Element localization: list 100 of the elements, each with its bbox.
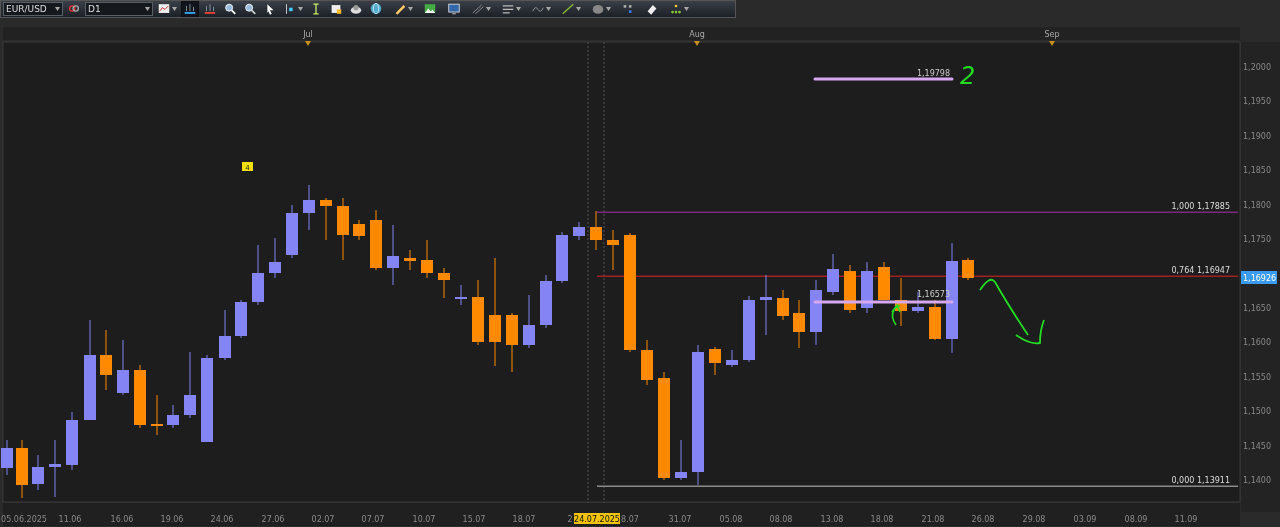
line-chart-icon — [183, 2, 197, 16]
candle — [219, 309, 231, 361]
date-axis-label: 05.06.2025 — [1, 515, 47, 524]
month-label: Jul — [303, 30, 313, 39]
caret-icon — [486, 7, 491, 11]
candle — [269, 237, 281, 279]
candle — [810, 279, 822, 346]
note-icon — [329, 2, 343, 16]
date-axis-label: 27.06 — [261, 515, 285, 524]
horizontal-lines-icon — [501, 2, 515, 16]
line-price-label: 1,19798 — [916, 69, 950, 78]
date-axis-label: 13.08 — [820, 515, 844, 524]
dot-grid-icon — [669, 2, 683, 16]
toolbar-button[interactable] — [445, 1, 463, 17]
bar-chart-icon — [203, 2, 217, 16]
candle — [235, 299, 247, 339]
price-axis-label: 1,1450 — [1243, 442, 1271, 451]
caret-icon — [55, 7, 60, 11]
candle — [66, 411, 78, 471]
candle — [117, 339, 129, 396]
date-axis-label: 26.08 — [971, 515, 995, 524]
candle — [641, 339, 653, 386]
date-axis-label: 11.09 — [1174, 515, 1198, 524]
candle — [607, 229, 619, 271]
candle — [590, 210, 602, 251]
date-axis-label: 10.07 — [412, 515, 436, 524]
candle — [878, 261, 890, 301]
trend-line-icon — [561, 2, 575, 16]
date-axis-label: 07.07 — [361, 515, 385, 524]
caret-icon — [516, 7, 521, 11]
hand-drawn-arrow-drawing — [891, 304, 901, 326]
price-axis-label: 1,1900 — [1243, 132, 1271, 141]
date-axis-label: 03.09 — [1073, 515, 1097, 524]
candle — [49, 439, 61, 498]
candle — [929, 299, 941, 341]
horizontal-line[interactable] — [813, 300, 954, 304]
candle — [184, 351, 196, 419]
candle — [895, 277, 907, 327]
price-axis-label: 1,1800 — [1243, 201, 1271, 210]
date-axis-label: 19.06 — [160, 515, 184, 524]
dots-icon — [621, 2, 635, 16]
toolbar-button[interactable] — [181, 1, 199, 17]
candle — [387, 224, 399, 286]
candle — [286, 204, 298, 259]
candle — [151, 394, 163, 436]
symbol-dropdown[interactable]: EUR/USD — [3, 2, 63, 16]
candle — [506, 312, 518, 373]
date-axis-label: 18.07 — [512, 515, 536, 524]
candle — [777, 289, 789, 321]
candle — [793, 299, 805, 349]
caret-icon — [172, 7, 177, 11]
date-axis-label: 16.06 — [110, 515, 134, 524]
zoom-in-icon — [223, 2, 237, 16]
horizontal-line[interactable] — [813, 77, 954, 81]
candle — [455, 284, 467, 306]
month-label: Aug — [689, 30, 705, 39]
candle — [743, 295, 755, 363]
current-price-tag: 1,16926 — [1241, 271, 1277, 284]
circle-icon — [591, 2, 605, 16]
candle — [827, 253, 839, 296]
candle — [472, 279, 484, 346]
candle — [760, 274, 772, 336]
price-axis-label: 1,1650 — [1243, 304, 1271, 313]
date-axis-label: 15.07 — [462, 515, 486, 524]
candle — [252, 244, 264, 306]
candle — [573, 221, 585, 241]
timeframe-dropdown[interactable]: D1 — [85, 2, 153, 16]
price-axis-label: 1,1950 — [1243, 97, 1271, 106]
candle — [353, 219, 365, 241]
candle — [438, 267, 450, 299]
price-axis-label: 1,1400 — [1243, 476, 1271, 485]
picture-icon — [423, 2, 437, 16]
caret-icon — [606, 7, 611, 11]
pencil-icon — [393, 2, 407, 16]
candle — [726, 349, 738, 368]
candle — [1, 439, 13, 476]
caret-icon — [145, 7, 150, 11]
candle — [709, 346, 721, 376]
candle — [134, 364, 146, 429]
date-axis-label: 08.08 — [769, 515, 793, 524]
price-axis-label: 1,1500 — [1243, 407, 1271, 416]
caret-icon — [408, 7, 413, 11]
zoom-out-icon — [243, 2, 257, 16]
date-axis-label: 24.06 — [210, 515, 234, 524]
caret-icon — [298, 7, 303, 11]
candle — [303, 184, 315, 231]
monitor-icon — [447, 2, 461, 16]
candle — [100, 329, 112, 391]
toolbar-button[interactable] — [559, 1, 583, 17]
candle — [167, 404, 179, 429]
date-axis-label: 02.07 — [311, 515, 335, 524]
price-axis-label: 1,2000 — [1243, 63, 1271, 72]
price-axis-label: 1,1550 — [1243, 373, 1271, 382]
globe-icon — [369, 2, 383, 16]
candle — [421, 239, 433, 279]
date-axis-label: 2 — [567, 515, 573, 524]
candle — [861, 261, 873, 314]
date-axis-label: 21.08 — [921, 515, 945, 524]
handwritten-label: 2 — [960, 62, 976, 90]
hand-drawn-arrow-drawing — [979, 278, 1045, 345]
